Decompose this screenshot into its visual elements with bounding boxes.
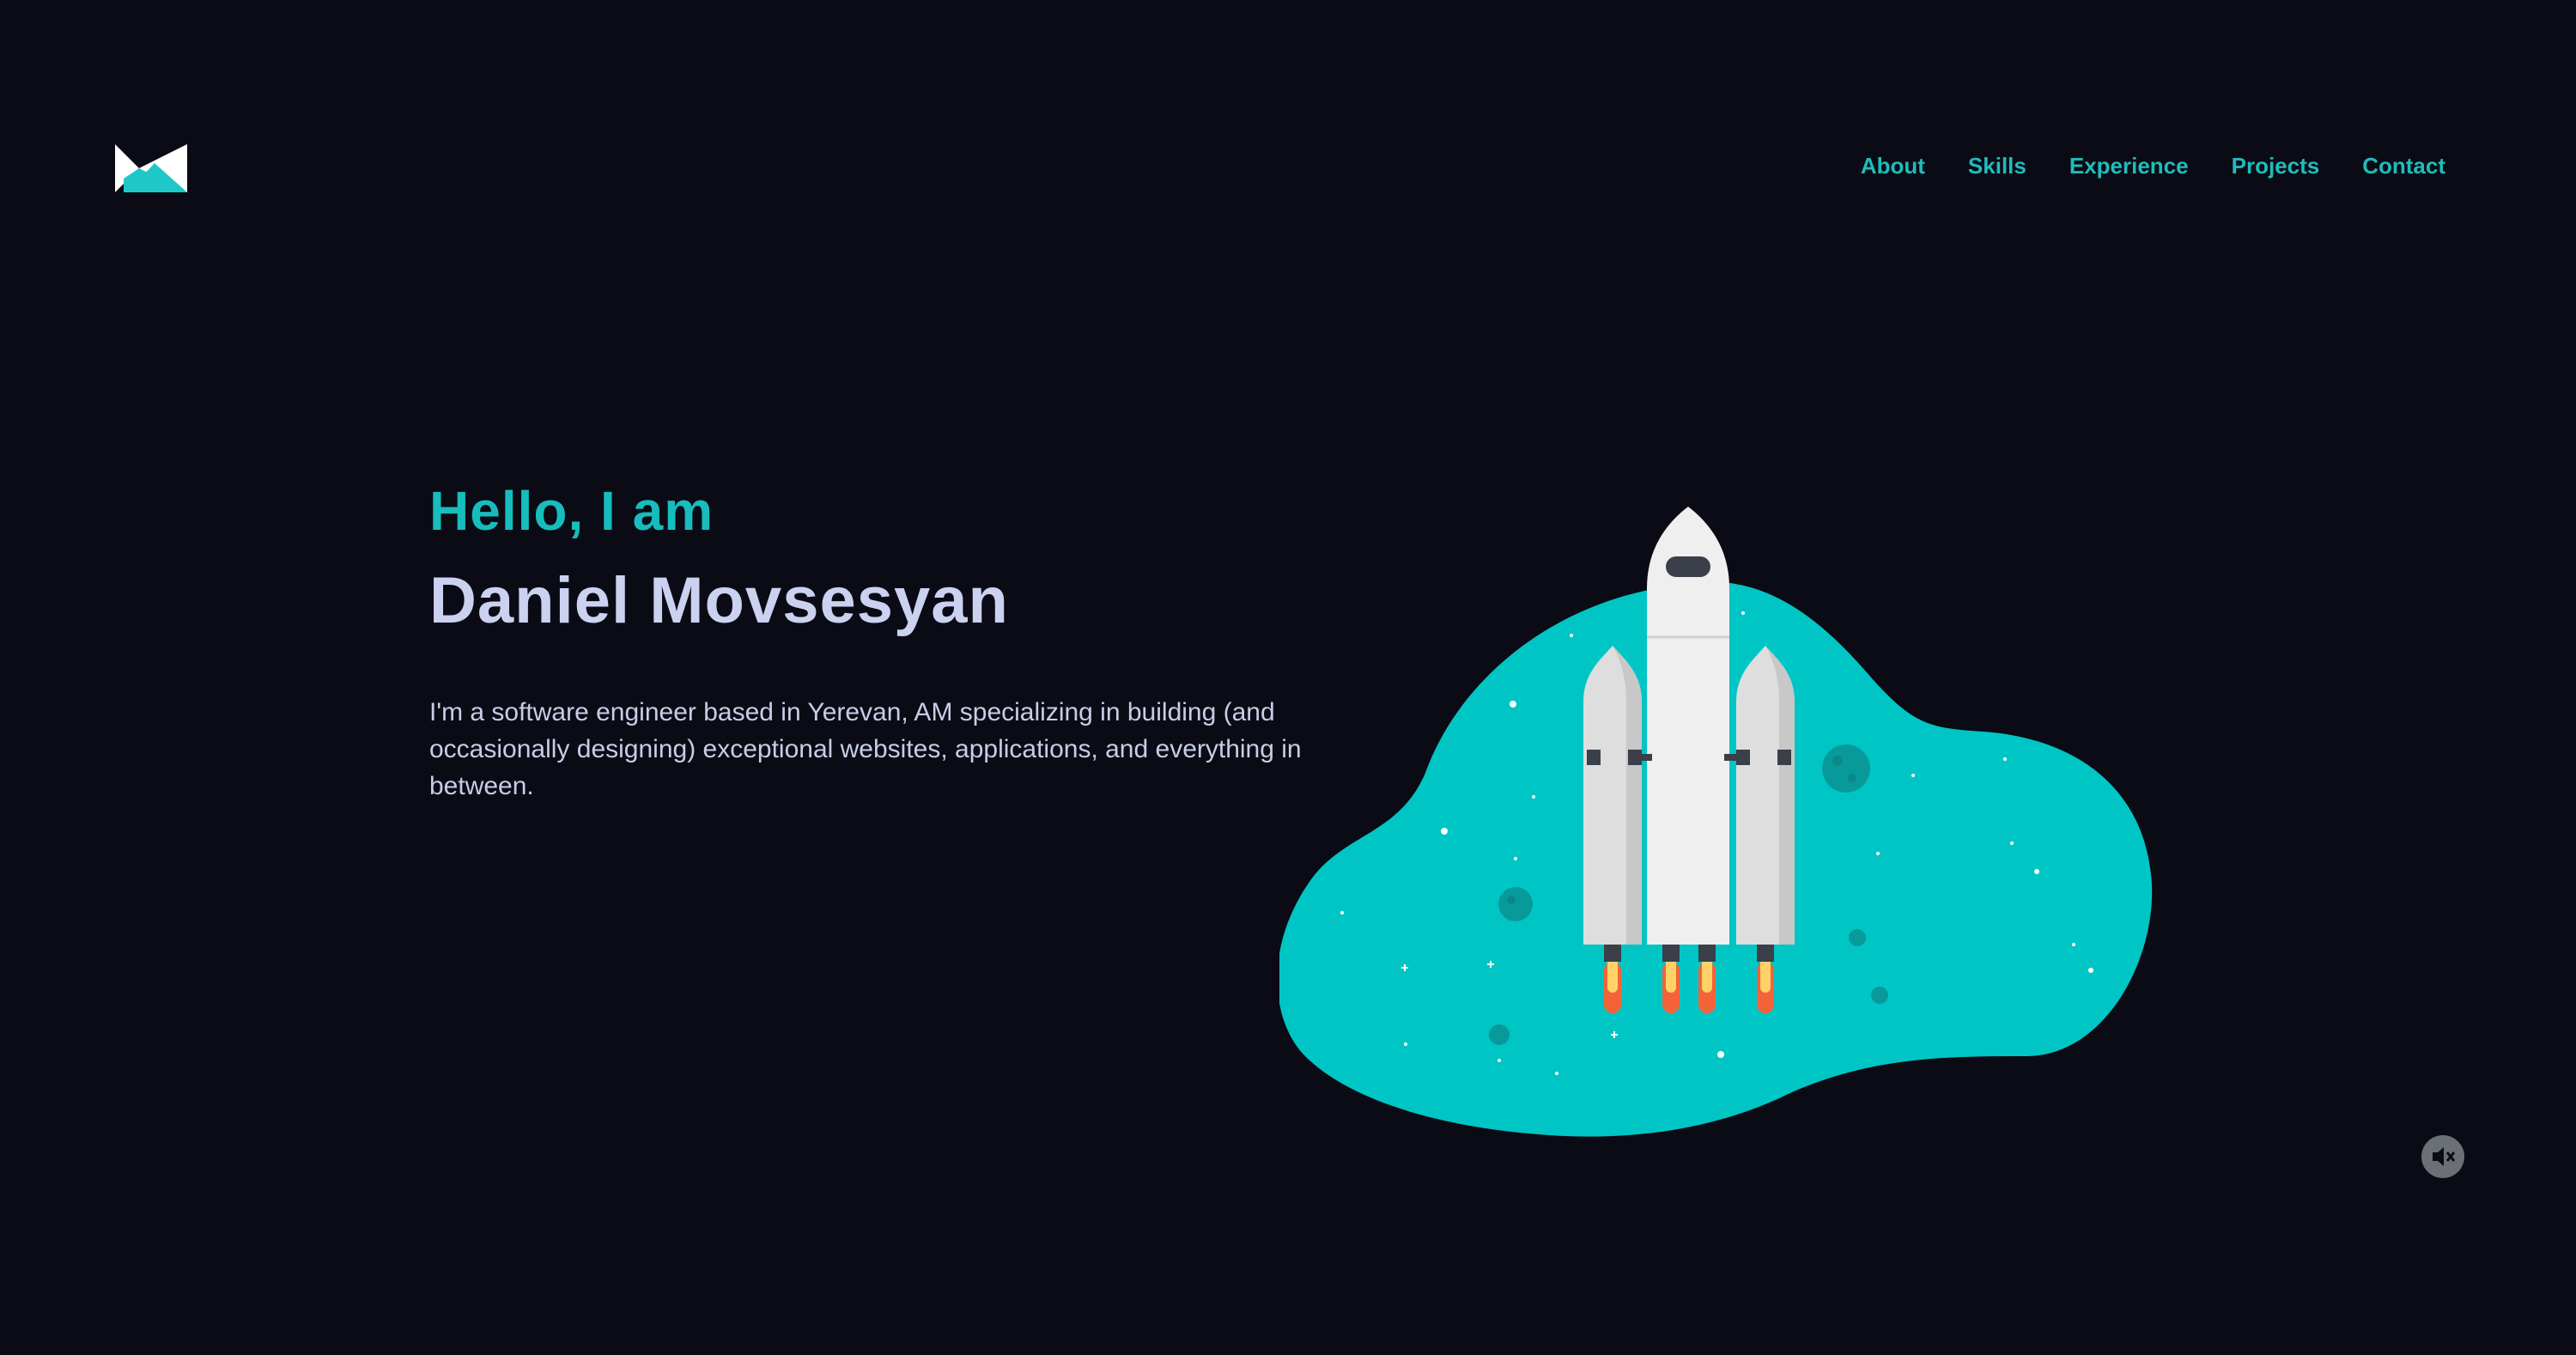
nav-link-projects[interactable]: Projects bbox=[2232, 153, 2320, 179]
logo-icon[interactable] bbox=[115, 144, 187, 192]
speaker-muted-icon bbox=[2421, 1135, 2464, 1178]
rocket-illustration bbox=[1277, 507, 2172, 1142]
hero-name: Daniel Movsesyan bbox=[429, 564, 1009, 638]
hero-greeting: Hello, I am bbox=[429, 480, 714, 542]
nav-link-experience[interactable]: Experience bbox=[2069, 153, 2189, 179]
mute-button[interactable] bbox=[2421, 1135, 2464, 1178]
nav-link-skills[interactable]: Skills bbox=[1968, 153, 2026, 179]
main-nav: About Skills Experience Projects Contact bbox=[1861, 153, 2445, 179]
hero-section: Hello, I am Daniel Movsesyan I'm a softw… bbox=[429, 481, 1322, 805]
page: About Skills Experience Projects Contact… bbox=[0, 0, 2576, 1355]
hero-bio: I'm a software engineer based in Yerevan… bbox=[429, 697, 1302, 800]
nav-link-contact[interactable]: Contact bbox=[2362, 153, 2445, 179]
nav-link-about[interactable]: About bbox=[1861, 153, 1925, 179]
